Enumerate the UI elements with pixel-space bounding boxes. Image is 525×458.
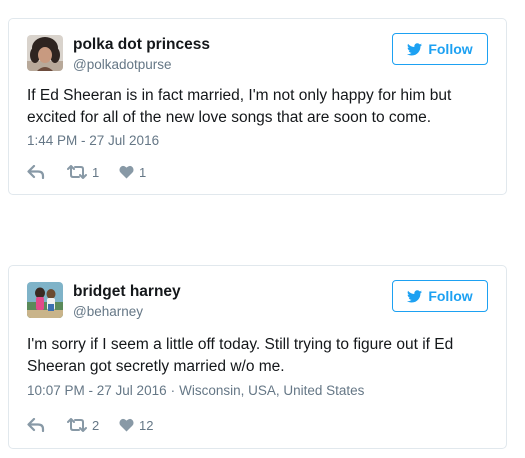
avatar[interactable] <box>27 282 63 318</box>
avatar[interactable] <box>27 35 63 71</box>
follow-label: Follow <box>428 288 473 304</box>
tweet-timestamp[interactable]: 1:44 PM - 27 Jul 2016 <box>27 133 159 148</box>
tweet-timestamp[interactable]: 10:07 PM - 27 Jul 2016 <box>27 383 167 398</box>
follow-button[interactable]: Follow <box>392 33 488 65</box>
heart-icon <box>119 418 134 432</box>
retweet-icon <box>67 418 87 432</box>
reply-button[interactable] <box>27 165 67 179</box>
tweet-card: polka dot princess @polkadotpurse Follow… <box>8 18 507 195</box>
follow-label: Follow <box>428 41 473 57</box>
avatar-image <box>27 282 63 318</box>
avatar-image <box>27 35 63 71</box>
tweet-actions: 1 1 <box>27 163 179 181</box>
user-name[interactable]: polka dot princess <box>73 36 210 54</box>
reply-icon <box>27 418 45 432</box>
retweet-count: 1 <box>92 164 100 180</box>
like-count: 12 <box>139 417 154 433</box>
follow-button[interactable]: Follow <box>392 280 488 312</box>
reply-icon <box>27 165 45 179</box>
user-handle[interactable]: @beharney <box>73 304 143 319</box>
meta-separator: · <box>170 383 176 398</box>
tweet-actions: 2 12 <box>27 416 179 434</box>
tweet-meta: 1:44 PM - 27 Jul 2016 <box>27 133 159 148</box>
user-name[interactable]: bridget harney <box>73 283 181 301</box>
reply-button[interactable] <box>27 418 67 432</box>
retweet-count: 2 <box>92 417 100 433</box>
heart-icon <box>119 165 134 179</box>
tweet-location[interactable]: Wisconsin, USA, United States <box>179 383 364 398</box>
twitter-bird-icon <box>407 289 423 302</box>
tweet-text: I'm sorry if I seem a little off today. … <box>27 336 454 375</box>
like-count: 1 <box>139 164 147 180</box>
tweet-card: bridget harney @beharney Follow I'm sorr… <box>8 265 507 449</box>
twitter-bird-icon <box>407 42 423 55</box>
like-button[interactable]: 12 <box>119 418 179 433</box>
retweet-button[interactable]: 2 <box>67 418 119 433</box>
retweet-icon <box>67 165 87 179</box>
user-handle[interactable]: @polkadotpurse <box>73 57 172 72</box>
tweet-text: If Ed Sheeran is in fact married, I'm no… <box>27 87 452 126</box>
tweet-meta: 10:07 PM - 27 Jul 2016 · Wisconsin, USA, U… <box>27 383 364 398</box>
retweet-button[interactable]: 1 <box>67 165 119 180</box>
like-button[interactable]: 1 <box>119 165 179 180</box>
